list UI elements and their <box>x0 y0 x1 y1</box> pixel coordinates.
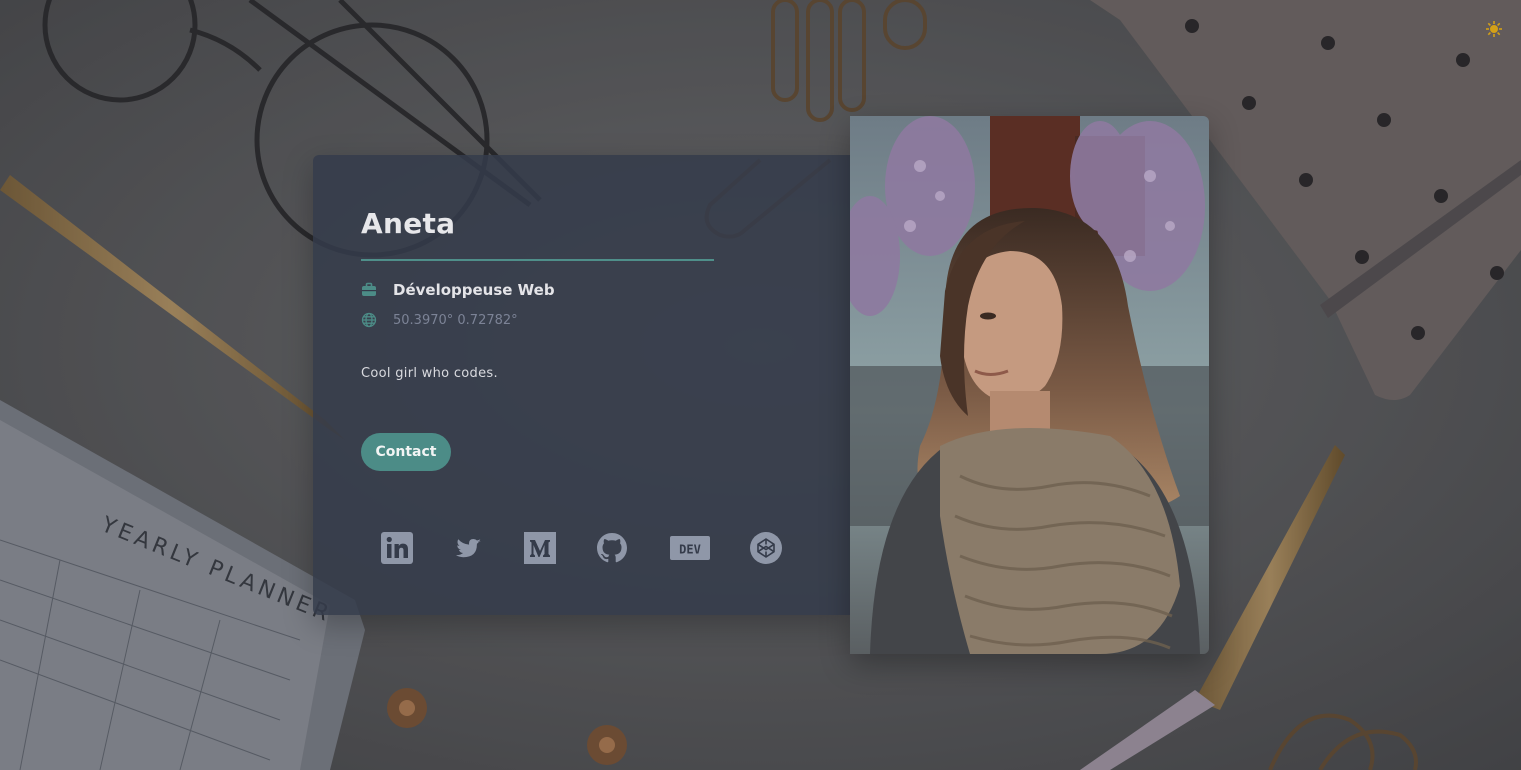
medium-icon[interactable] <box>524 532 556 564</box>
briefcase-icon <box>361 282 377 298</box>
twitter-icon[interactable] <box>452 532 484 564</box>
location-coordinates: 50.3970° 0.72782° <box>393 312 518 328</box>
job-title: Développeuse Web <box>393 281 555 299</box>
profile-name: Aneta <box>361 207 456 240</box>
job-row: Développeuse Web <box>361 280 555 300</box>
profile-card: Aneta Développeuse Web 50.3970° 0.72782°… <box>313 155 850 615</box>
globe-icon <box>361 312 377 328</box>
linkedin-icon[interactable] <box>381 532 413 564</box>
name-divider <box>361 259 714 261</box>
github-icon[interactable] <box>596 532 628 564</box>
profile-bio: Cool girl who codes. <box>361 366 498 381</box>
page: YEARLY PLANNER Aneta Développeuse Web 50… <box>0 0 1521 770</box>
location-row: 50.3970° 0.72782° <box>361 310 518 330</box>
codepen-icon[interactable] <box>750 532 782 564</box>
contact-button[interactable]: Contact <box>361 433 451 471</box>
profile-photo <box>850 116 1209 654</box>
svg-text:DEV: DEV <box>679 543 701 557</box>
sun-icon[interactable] <box>1485 20 1503 38</box>
social-links: DEV <box>313 532 850 564</box>
dev-icon[interactable]: DEV <box>670 532 710 564</box>
